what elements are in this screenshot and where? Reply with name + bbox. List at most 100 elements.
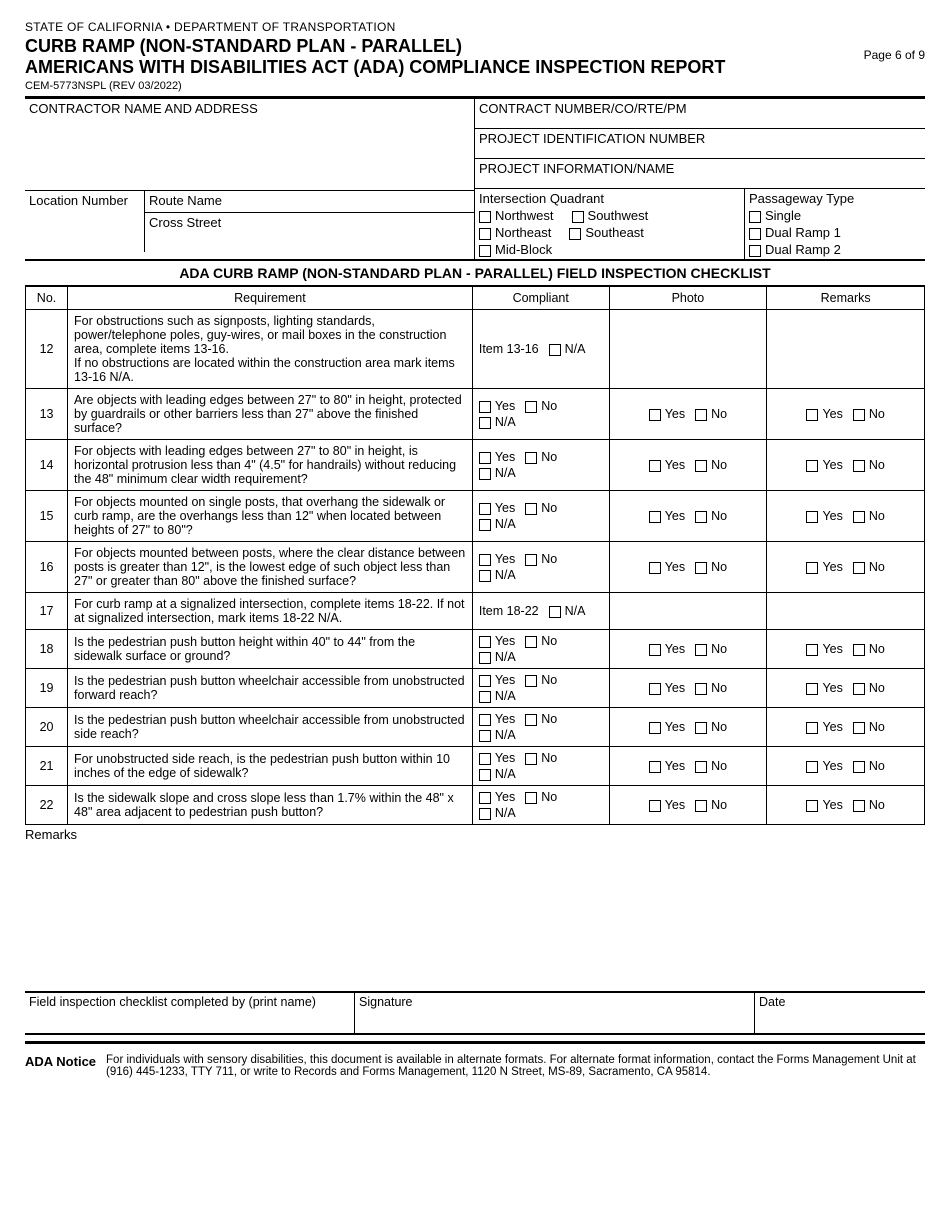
remarks-area[interactable] [25, 842, 925, 992]
checkbox-no[interactable]: No [525, 673, 557, 687]
checkbox-photo-yes[interactable]: Yes [649, 681, 685, 695]
checkbox-remarks-yes[interactable]: Yes [806, 509, 842, 523]
checkbox-no[interactable]: No [525, 399, 557, 413]
checkbox-remarks-no[interactable]: No [853, 509, 885, 523]
id-left: CONTRACTOR NAME AND ADDRESS Location Num… [25, 99, 475, 259]
ada-notice-label: ADA Notice [25, 1054, 96, 1078]
checkbox-yes[interactable]: Yes [479, 501, 515, 515]
checkbox-midblock[interactable]: Mid-Block [479, 242, 552, 257]
header-left: STATE OF CALIFORNIA • DEPARTMENT OF TRAN… [25, 20, 864, 78]
checkbox-yes[interactable]: Yes [479, 450, 515, 464]
project-id-cell[interactable]: PROJECT IDENTIFICATION NUMBER [475, 129, 925, 159]
checkbox-single[interactable]: Single [749, 208, 921, 223]
location-number-cell[interactable]: Location Number [25, 191, 145, 252]
checkbox-no[interactable]: No [525, 501, 557, 515]
checkbox-na[interactable]: N/A [549, 342, 586, 356]
checkbox-na[interactable]: N/A [479, 517, 516, 531]
checkbox-na[interactable]: N/A [479, 568, 516, 582]
cross-street-label: Cross Street [149, 215, 221, 230]
checkbox-photo-no[interactable]: No [695, 509, 727, 523]
checkbox-photo-yes[interactable]: Yes [649, 720, 685, 734]
checkbox-dual-ramp-1[interactable]: Dual Ramp 1 [749, 225, 921, 240]
checkbox-na[interactable]: N/A [479, 767, 516, 781]
checkbox-photo-yes[interactable]: Yes [649, 642, 685, 656]
checkbox-no[interactable]: No [525, 790, 557, 804]
checkbox-remarks-yes[interactable]: Yes [806, 681, 842, 695]
checkbox-yes[interactable]: Yes [479, 673, 515, 687]
checkbox-na[interactable]: N/A [479, 806, 516, 820]
checkbox-yes[interactable]: Yes [479, 552, 515, 566]
table-row: 22Is the sidewalk slope and cross slope … [26, 786, 925, 825]
requirement-text: Is the pedestrian push button wheelchair… [68, 669, 473, 708]
contract-number-cell[interactable]: CONTRACT NUMBER/CO/RTE/PM [475, 99, 925, 129]
checkbox-yes[interactable]: Yes [479, 399, 515, 413]
checkbox-na[interactable]: N/A [479, 728, 516, 742]
contractor-cell[interactable]: CONTRACTOR NAME AND ADDRESS [25, 99, 474, 191]
checkbox-no[interactable]: No [525, 712, 557, 726]
checkbox-na[interactable]: N/A [479, 415, 516, 429]
checkbox-northeast[interactable]: Northeast [479, 225, 551, 240]
checkbox-remarks-yes[interactable]: Yes [806, 560, 842, 574]
checkbox-northwest[interactable]: Northwest [479, 208, 554, 223]
checkbox-remarks-yes[interactable]: Yes [806, 642, 842, 656]
checkbox-photo-no[interactable]: No [695, 798, 727, 812]
checkbox-photo-yes[interactable]: Yes [649, 458, 685, 472]
checkbox-southwest[interactable]: Southwest [572, 208, 649, 223]
route-cell[interactable]: Route Name [145, 191, 474, 213]
date-cell[interactable]: Date [755, 993, 925, 1033]
checkbox-remarks-no[interactable]: No [853, 759, 885, 773]
checkbox-remarks-no[interactable]: No [853, 560, 885, 574]
checkbox-no[interactable]: No [525, 634, 557, 648]
checkbox-photo-yes[interactable]: Yes [649, 798, 685, 812]
checkbox-remarks-no[interactable]: No [853, 720, 885, 734]
checkbox-yes[interactable]: Yes [479, 634, 515, 648]
checkbox-remarks-yes[interactable]: Yes [806, 720, 842, 734]
completed-by-cell[interactable]: Field inspection checklist completed by … [25, 993, 355, 1033]
checkbox-no[interactable]: No [525, 552, 557, 566]
checkbox-na[interactable]: N/A [549, 604, 586, 618]
checkbox-remarks-no[interactable]: No [853, 798, 885, 812]
checkbox-photo-no[interactable]: No [695, 681, 727, 695]
checkbox-photo-yes[interactable]: Yes [649, 560, 685, 574]
checkbox-remarks-no[interactable]: No [853, 458, 885, 472]
checkbox-yes[interactable]: Yes [479, 790, 515, 804]
table-row: 17For curb ramp at a signalized intersec… [26, 593, 925, 630]
remarks-cell: Yes No [767, 747, 925, 786]
checkbox-na[interactable]: N/A [479, 689, 516, 703]
checkbox-photo-no[interactable]: No [695, 560, 727, 574]
checkbox-photo-no[interactable]: No [695, 458, 727, 472]
project-info-cell[interactable]: PROJECT INFORMATION/NAME [475, 159, 925, 189]
checkbox-photo-no[interactable]: No [695, 720, 727, 734]
checkbox-photo-yes[interactable]: Yes [649, 407, 685, 421]
checkbox-remarks-yes[interactable]: Yes [806, 798, 842, 812]
checkbox-no[interactable]: No [525, 450, 557, 464]
checkbox-dual-ramp-2[interactable]: Dual Ramp 2 [749, 242, 921, 257]
passageway-label: Passageway Type [749, 191, 921, 206]
page-number: Page 6 of 9 [864, 48, 925, 62]
checkbox-na[interactable]: N/A [479, 650, 516, 664]
signature-cell[interactable]: Signature [355, 993, 755, 1033]
checkbox-remarks-yes[interactable]: Yes [806, 458, 842, 472]
checkbox-photo-no[interactable]: No [695, 407, 727, 421]
checkbox-na[interactable]: N/A [479, 466, 516, 480]
row-number: 14 [26, 440, 68, 491]
checkbox-remarks-no[interactable]: No [853, 407, 885, 421]
identification-section: CONTRACTOR NAME AND ADDRESS Location Num… [25, 99, 925, 261]
cross-street-cell[interactable]: Cross Street [145, 213, 474, 249]
photo-cell: Yes No [609, 630, 767, 669]
checkbox-remarks-yes[interactable]: Yes [806, 407, 842, 421]
checkbox-photo-no[interactable]: No [695, 642, 727, 656]
checkbox-yes[interactable]: Yes [479, 751, 515, 765]
remarks-cell [767, 310, 925, 389]
checkbox-photo-yes[interactable]: Yes [649, 509, 685, 523]
checkbox-remarks-yes[interactable]: Yes [806, 759, 842, 773]
ada-notice-text: For individuals with sensory disabilitie… [106, 1054, 925, 1078]
checkbox-southeast[interactable]: Southeast [569, 225, 644, 240]
checkbox-photo-no[interactable]: No [695, 759, 727, 773]
checkbox-remarks-no[interactable]: No [853, 642, 885, 656]
checkbox-remarks-no[interactable]: No [853, 681, 885, 695]
checkbox-photo-yes[interactable]: Yes [649, 759, 685, 773]
checkbox-no[interactable]: No [525, 751, 557, 765]
row-number: 16 [26, 542, 68, 593]
checkbox-yes[interactable]: Yes [479, 712, 515, 726]
